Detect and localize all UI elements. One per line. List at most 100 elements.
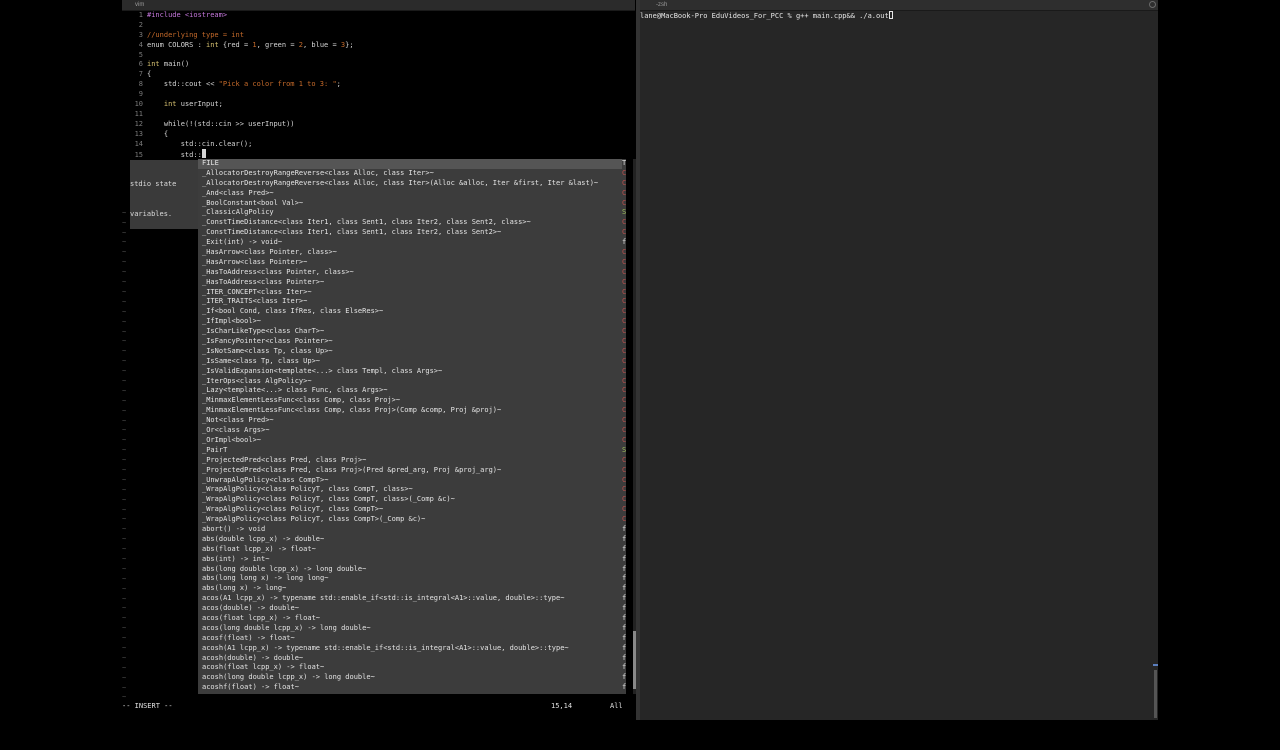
completion-item[interactable]: _AllocatorDestroyRangeReverse<class Allo…	[198, 169, 622, 179]
completion-kind: C	[622, 317, 626, 326]
code-line[interactable]: 10 int userInput;	[122, 100, 635, 110]
terminal-tab-title[interactable]: -zsh	[640, 0, 1158, 11]
terminal-scrollbar[interactable]	[1154, 670, 1157, 718]
completion-item[interactable]: _ProjectedPred<class Pred, class Proj>~	[198, 456, 622, 466]
completion-item[interactable]: acosh(double) -> double~	[198, 654, 622, 664]
completion-kind: f	[622, 663, 626, 672]
code-text: std::cin.clear();	[147, 139, 253, 148]
code-line[interactable]: 8 std::cout << "Pick a color from 1 to 3…	[122, 80, 635, 90]
completion-item[interactable]: _WrapAlgPolicy<class PolicyT, class Comp…	[198, 485, 622, 495]
terminal-pane[interactable]: -zsh lane@MacBook-Pro EduVideos_For_PCC …	[640, 0, 1158, 720]
completion-item[interactable]: abs(int) -> int~	[198, 555, 622, 565]
code-line[interactable]: 5	[122, 51, 635, 61]
completion-item[interactable]: _ConstTimeDistance<class Iter1, class Se…	[198, 228, 622, 238]
completion-item[interactable]: _Exit(int) -> void~	[198, 238, 622, 248]
completion-item[interactable]: _Not<class Pred>~	[198, 416, 622, 426]
code-line[interactable]: 12 while(!(std::cin >> userInput))	[122, 120, 635, 130]
code-line[interactable]: 6 int main()	[122, 60, 635, 70]
completion-item[interactable]: _HasArrow<class Pointer>~	[198, 258, 622, 268]
completion-item[interactable]: _IsValidExpansion<template<...> class Te…	[198, 367, 622, 377]
completion-item[interactable]: acosh(long double lcpp_x) -> long double…	[198, 673, 622, 683]
code-text: std::	[147, 149, 206, 159]
completion-item[interactable]: abs(float lcpp_x) -> float~	[198, 545, 622, 555]
cursor-position: 15,14	[551, 702, 573, 710]
code-line[interactable]: 14 std::cin.clear();	[122, 140, 635, 150]
completion-item[interactable]: acos(double) -> double~	[198, 604, 622, 614]
completion-item[interactable]: _If<bool Cond, class IfRes, class ElseRe…	[198, 307, 622, 317]
completion-item[interactable]: _IsNotSame<class Tp, class Up>~	[198, 347, 622, 357]
completion-item[interactable]: _WrapAlgPolicy<class PolicyT, class Comp…	[198, 505, 622, 515]
code-line[interactable]: 4 enum COLORS : int {red = 1, green = 2, …	[122, 41, 635, 51]
completion-kind: C	[622, 248, 626, 257]
completion-item[interactable]: _OrImpl<bool>~	[198, 436, 622, 446]
line-number: 1	[138, 11, 143, 19]
vim-tab-title[interactable]: vim	[122, 0, 635, 11]
line-number: 11	[134, 109, 143, 118]
completion-item[interactable]: _Or<class Args>~	[198, 426, 622, 436]
code-line[interactable]: 11	[122, 110, 635, 120]
completion-item[interactable]: abs(long long x) -> long long~	[198, 574, 622, 584]
completion-item[interactable]: _HasToAddress<class Pointer>~	[198, 278, 622, 288]
completion-kind: C	[622, 327, 626, 336]
completion-kind: f	[622, 554, 626, 563]
code-line[interactable]: 15 std::	[122, 149, 635, 159]
completion-info-tooltip: stdio state variables.	[130, 160, 198, 230]
completion-item[interactable]: _PairT	[198, 446, 622, 456]
completion-item[interactable]: _And<class Pred>~	[198, 189, 622, 199]
completion-item[interactable]: _IsCharLikeType<class CharT>~	[198, 327, 622, 337]
line-number: 10	[134, 100, 143, 109]
completion-kind: C	[622, 267, 626, 276]
completion-item[interactable]: abort() -> void	[198, 525, 622, 535]
completion-item[interactable]: _IsSame<class Tp, class Up>~	[198, 357, 622, 367]
completion-item[interactable]: _HasToAddress<class Pointer, class>~	[198, 268, 622, 278]
completion-item[interactable]: _IterOps<class AlgPolicy>~	[198, 377, 622, 387]
completion-item[interactable]: _HasArrow<class Pointer, class>~	[198, 248, 622, 258]
completion-item[interactable]: _Lazy<template<...> class Func, class Ar…	[198, 386, 622, 396]
completion-popup-menu[interactable]: FILE _AllocatorDestroyRangeReverse<class …	[198, 159, 622, 694]
completion-item[interactable]: _WrapAlgPolicy<class PolicyT, class Comp…	[198, 495, 622, 505]
completion-kind: C	[622, 307, 626, 316]
terminal-command-line[interactable]: lane@MacBook-Pro EduVideos_For_PCC % g++…	[640, 11, 893, 22]
completion-item[interactable]: _IfImpl<bool>~	[198, 317, 622, 327]
completion-item[interactable]: acoshf(float) -> float~	[198, 683, 622, 693]
terminal-title-label: -zsh	[656, 2, 668, 8]
line-number: 3	[138, 30, 143, 39]
completion-item[interactable]: _ClassicAlgPolicy	[198, 208, 622, 218]
completion-item[interactable]: abs(double lcpp_x) -> double~	[198, 535, 622, 545]
completion-kind: C	[622, 366, 626, 375]
completion-item[interactable]: _MinmaxElementLessFunc<class Comp, class…	[198, 396, 622, 406]
code-text: {	[147, 129, 169, 138]
completion-item[interactable]: _ITER_CONCEPT<class Iter>~	[198, 288, 622, 298]
code-text: #include <iostream>	[147, 11, 228, 19]
completion-item[interactable]: acos(long double lcpp_x) -> long double~	[198, 624, 622, 634]
completion-item[interactable]: acosh(A1 lcpp_x) -> typename std::enable…	[198, 644, 622, 654]
completion-item[interactable]: _MinmaxElementLessFunc<class Comp, class…	[198, 406, 622, 416]
completion-item[interactable]: _ConstTimeDistance<class Iter1, class Se…	[198, 218, 622, 228]
info-line: stdio state	[130, 179, 177, 188]
completion-item[interactable]: _IsFancyPointer<class Pointer>~	[198, 337, 622, 347]
completion-item[interactable]: _ProjectedPred<class Pred, class Proj>(P…	[198, 466, 622, 476]
code-line[interactable]: 3 //underlying type = int	[122, 31, 635, 41]
close-icon[interactable]	[1149, 1, 1156, 8]
completion-kind: C	[622, 416, 626, 425]
code-line[interactable]: 7{	[122, 70, 635, 80]
completion-item[interactable]: _UnwrapAlgPolicy<class CompT>~	[198, 476, 622, 486]
completion-item[interactable]: acos(A1 lcpp_x) -> typename std::enable_…	[198, 594, 622, 604]
completion-item[interactable]: acosf(float) -> float~	[198, 634, 622, 644]
terminal-marker	[1153, 664, 1158, 666]
code-line[interactable]: 9	[122, 90, 635, 100]
completion-item[interactable]: _WrapAlgPolicy<class PolicyT, class Comp…	[198, 515, 622, 525]
completion-item[interactable]: _ITER_TRAITS<class Iter>~	[198, 297, 622, 307]
completion-item[interactable]: _BoolConstant<bool Val>~	[198, 199, 622, 209]
completion-item[interactable]: acosh(float lcpp_x) -> float~	[198, 663, 622, 673]
completion-kind: C	[622, 465, 626, 474]
completion-item[interactable]: FILE	[198, 159, 622, 169]
completion-item[interactable]: abs(long x) -> long~	[198, 584, 622, 594]
code-line[interactable]: 2	[122, 21, 635, 31]
completion-item[interactable]: _AllocatorDestroyRangeReverse<class Allo…	[198, 179, 622, 189]
completion-item[interactable]: acos(float lcpp_x) -> float~	[198, 614, 622, 624]
code-line[interactable]: 1 #include <iostream>	[122, 11, 635, 21]
code-line[interactable]: 13 {	[122, 130, 635, 140]
completion-kind: f	[622, 653, 626, 662]
completion-item[interactable]: abs(long double lcpp_x) -> long double~	[198, 565, 622, 575]
